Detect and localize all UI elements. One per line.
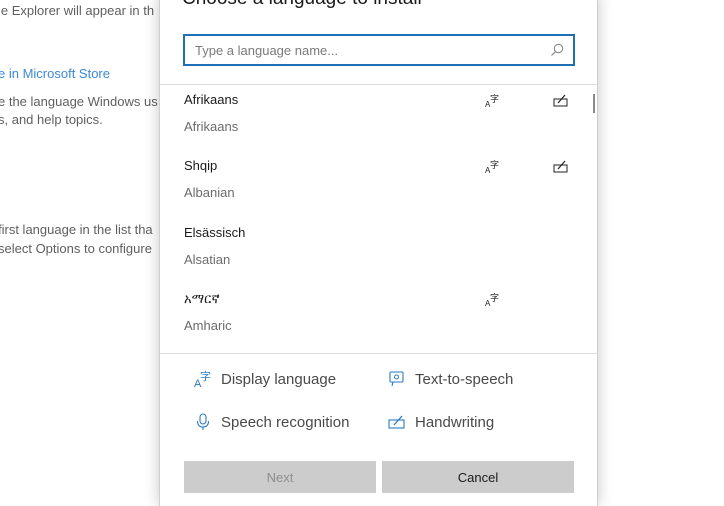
display-language-icon: A 字 [485, 160, 499, 174]
language-item-afrikaans[interactable]: Afrikaans Afrikaans A 字 [160, 85, 590, 151]
language-list-scrollbar[interactable] [593, 94, 595, 113]
legend-label: Text-to-speech [415, 370, 514, 388]
language-search-box[interactable] [183, 34, 575, 66]
legend-label: Display language [221, 370, 337, 388]
language-native-name: Elsässisch [184, 225, 246, 240]
display-language-icon: A 字 [194, 370, 211, 388]
display-language-icon: A 字 [485, 293, 499, 307]
cancel-button[interactable]: Cancel [382, 461, 574, 493]
handwriting-icon [388, 415, 405, 429]
language-item-alsatian[interactable]: Elsässisch Alsatian [160, 218, 590, 284]
background-text: le Explorer will appear in th [0, 3, 155, 18]
legend-text-to-speech: Text-to-speech [388, 367, 513, 391]
microphone-icon [196, 413, 210, 430]
language-native-name: Shqip [184, 158, 218, 173]
handwriting-icon [553, 94, 568, 107]
next-button[interactable]: Next [184, 461, 376, 493]
language-list: Afrikaans Afrikaans A 字 Shqip Albanian A… [160, 85, 597, 351]
language-native-name: አማርኛ [184, 291, 220, 306]
legend-handwriting: Handwriting [388, 410, 494, 434]
language-english-name: Amharic [184, 318, 232, 333]
language-english-name: Afrikaans [184, 119, 239, 134]
text-to-speech-icon [389, 371, 404, 387]
microsoft-store-link[interactable]: e in Microsoft Store [0, 66, 110, 81]
language-item-amharic[interactable]: አማርኛ Amharic A 字 [160, 284, 590, 350]
language-item-albanian[interactable]: Shqip Albanian A 字 [160, 151, 590, 217]
background-text: select Options to configure [0, 241, 152, 256]
search-icon [551, 43, 564, 56]
dialog-title: Choose a language to install [182, 0, 422, 10]
background-text: e the language Windows us [0, 94, 158, 109]
language-english-name: Albanian [184, 185, 235, 200]
legend-label: Handwriting [415, 413, 495, 431]
language-search-input[interactable] [185, 36, 545, 64]
handwriting-icon [553, 160, 568, 173]
background-text: first language in the list tha [0, 222, 153, 237]
choose-language-dialog: Choose a language to install Afrikaans A… [159, 0, 598, 506]
legend-speech-recognition: Speech recognition [194, 410, 349, 434]
language-native-name: Afrikaans [184, 92, 239, 107]
background-text: s, and help topics. [0, 112, 103, 127]
display-language-icon: A 字 [485, 94, 499, 108]
svg-text:字: 字 [490, 94, 499, 105]
language-english-name: Alsatian [184, 252, 231, 267]
svg-text:字: 字 [200, 370, 211, 383]
legend-display-language: A 字 Display language [194, 367, 336, 391]
divider [160, 353, 597, 354]
svg-text:字: 字 [490, 293, 499, 304]
svg-text:字: 字 [490, 160, 499, 171]
legend-label: Speech recognition [221, 413, 350, 431]
